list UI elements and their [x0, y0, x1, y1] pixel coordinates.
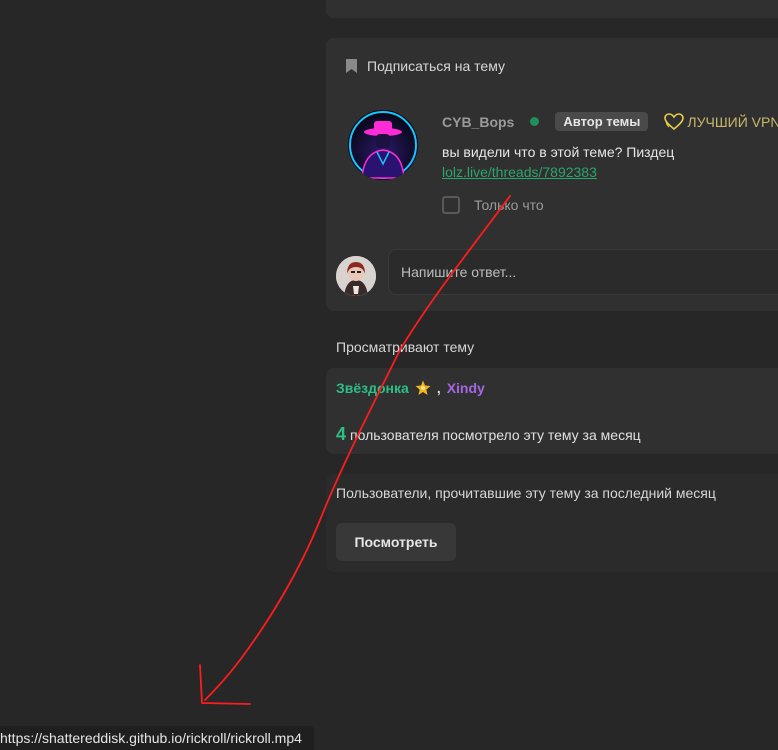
browser-status-bar: https://shattereddisk.github.io/rickroll… — [0, 726, 314, 750]
post-message: вы видели что в этой теме? Пиздец — [442, 144, 675, 160]
thread-link[interactable]: lolz.live/threads/7892383 — [442, 164, 597, 180]
online-status-icon — [530, 117, 540, 126]
subscribe-button[interactable]: Подписаться на тему — [346, 58, 505, 74]
hat-figure-icon — [348, 110, 418, 180]
thread-author-badge: Автор темы — [555, 112, 649, 131]
readers-section-title: Пользователи, прочитавшие эту тему за по… — [336, 485, 716, 501]
user-avatar-icon — [336, 256, 376, 296]
heart-outline-icon — [664, 112, 685, 130]
monthly-view-count: 4 — [336, 424, 347, 444]
select-post-checkbox[interactable] — [442, 196, 460, 214]
arrow-head — [199, 664, 251, 705]
post-time: Только что — [474, 197, 544, 213]
bookmark-icon — [346, 59, 357, 73]
viewers-section-title: Просматривают тему — [336, 339, 475, 355]
status-url: https://shattereddisk.github.io/rickroll… — [0, 730, 302, 746]
page: Подписаться на тему CYB_Bops Автор темы … — [0, 0, 778, 750]
monthly-views: 4 пользователя посмотрело эту тему за ме… — [336, 424, 641, 445]
reply-input[interactable] — [388, 249, 778, 295]
viewers-list: Звёздонка , Xindy — [336, 380, 485, 396]
previous-post-card — [326, 0, 778, 18]
post-author-line: CYB_Bops Автор темы ЛУЧШИЙ VPN — [442, 112, 778, 131]
viewer-link[interactable]: Звёздонка — [336, 380, 409, 396]
star-icon — [415, 380, 431, 395]
thread-card: Подписаться на тему CYB_Bops Автор темы … — [326, 38, 778, 311]
viewer-link[interactable]: Xindy — [447, 380, 485, 396]
view-readers-button[interactable]: Посмотреть — [336, 523, 456, 561]
author-avatar[interactable] — [348, 110, 418, 180]
post-meta: Только что — [442, 196, 544, 214]
viewers-card: Звёздонка , Xindy 4 пользователя посмотр… — [326, 368, 778, 454]
monthly-view-text: пользователя посмотрело эту тему за меся… — [350, 427, 641, 443]
vpn-label: ЛУЧШИЙ VPN — [687, 113, 778, 130]
subscribe-label: Подписаться на тему — [367, 58, 505, 74]
current-user-avatar[interactable] — [336, 256, 376, 296]
viewer-separator: , — [436, 380, 441, 396]
author-username[interactable]: CYB_Bops — [442, 114, 514, 130]
user-banner: ЛУЧШИЙ VPN — [664, 112, 778, 131]
